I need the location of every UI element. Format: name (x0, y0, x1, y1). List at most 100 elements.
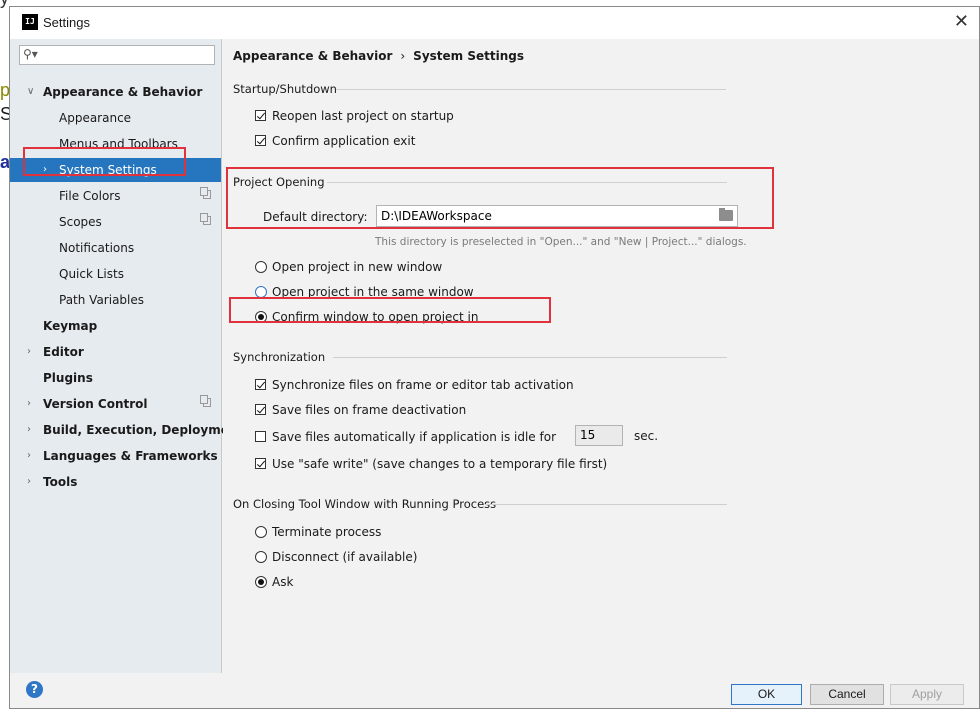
sidebar-item-build-execution-deployment[interactable]: › Build, Execution, Deployment (10, 418, 243, 442)
section-divider (327, 182, 727, 183)
sidebar-item-label: Build, Execution, Deployment (43, 423, 244, 437)
radio-button[interactable] (255, 261, 267, 273)
radio-label: Open project in new window (272, 260, 443, 274)
sidebar-item-languages-frameworks[interactable]: › Languages & Frameworks (10, 444, 221, 468)
radio-label: Terminate process (272, 525, 382, 539)
radio-button-selected[interactable] (255, 311, 267, 323)
search-input[interactable] (40, 47, 210, 63)
settings-search[interactable]: ⚲▾ (19, 45, 215, 65)
window-title: Settings (43, 15, 90, 30)
project-level-icon (200, 395, 211, 407)
section-title-synchronization: Synchronization (233, 350, 326, 364)
sidebar-item-file-colors[interactable]: File Colors (10, 184, 221, 208)
sidebar-item-label: Menus and Toolbars (59, 137, 178, 151)
chevron-right-icon[interactable]: › (27, 340, 31, 364)
ok-button[interactable]: OK (731, 684, 802, 705)
section-title-project-opening: Project Opening (233, 175, 325, 189)
checkbox-label: Synchronize files on frame or editor tab… (272, 378, 574, 392)
checkbox-checked[interactable] (255, 110, 266, 121)
seconds-unit-label: sec. (634, 429, 659, 443)
section-divider (336, 89, 726, 90)
chevron-right-icon[interactable]: › (27, 418, 31, 442)
sidebar-item-keymap[interactable]: Keymap (10, 314, 221, 338)
default-directory-field[interactable] (376, 205, 738, 227)
chevron-right-icon[interactable]: › (27, 392, 31, 416)
title-bar: IJ Settings ✕ (10, 7, 979, 39)
default-directory-label: Default directory: (263, 210, 368, 224)
sidebar-item-label: Plugins (43, 371, 93, 385)
sidebar-item-path-variables[interactable]: Path Variables (10, 288, 221, 312)
sidebar-item-version-control[interactable]: › Version Control (10, 392, 221, 416)
idle-seconds-field[interactable] (575, 425, 623, 446)
checkbox-unchecked[interactable] (255, 431, 266, 442)
sidebar-item-label: System Settings (59, 163, 157, 177)
sidebar-item-label: Quick Lists (59, 267, 124, 281)
section-divider (333, 357, 727, 358)
sidebar-item-label: Tools (43, 475, 78, 489)
chevron-down-icon[interactable]: ∨ (27, 80, 34, 104)
chevron-right-icon[interactable]: › (43, 158, 47, 182)
checkbox-label: Save files automatically if application … (272, 430, 556, 444)
breadcrumb-current: System Settings (413, 49, 524, 63)
sidebar-item-label: Scopes (59, 215, 102, 229)
folder-icon[interactable] (719, 208, 733, 221)
breadcrumb-parent[interactable]: Appearance & Behavior (233, 49, 392, 63)
idle-seconds-input[interactable] (580, 428, 620, 442)
background-fragment: y (0, 0, 9, 9)
sidebar-item-plugins[interactable]: Plugins (10, 366, 221, 390)
cancel-button[interactable]: Cancel (810, 684, 884, 705)
section-divider (485, 504, 727, 505)
radio-button-selected[interactable] (255, 576, 267, 588)
sidebar-item-label: Keymap (43, 319, 98, 333)
default-directory-input[interactable] (381, 208, 701, 224)
sidebar-item-editor[interactable]: › Editor (10, 340, 221, 364)
section-title-on-closing: On Closing Tool Window with Running Proc… (233, 497, 497, 511)
sidebar-item-menus-toolbars[interactable]: Menus and Toolbars (10, 132, 221, 156)
sidebar-item-label: Path Variables (59, 293, 145, 307)
sidebar-item-notifications[interactable]: Notifications (10, 236, 221, 260)
section-title-startup: Startup/Shutdown (233, 82, 337, 96)
chevron-right-icon[interactable]: › (27, 470, 31, 494)
sidebar-item-label: Languages & Frameworks (43, 449, 218, 463)
radio-button[interactable] (255, 526, 267, 538)
sidebar-item-system-settings[interactable]: › System Settings (10, 158, 221, 182)
project-level-icon (200, 187, 211, 199)
settings-sidebar: ⚲▾ ∨ Appearance & Behavior Appearance Me… (10, 39, 243, 673)
sidebar-item-label: File Colors (59, 189, 121, 203)
sidebar-item-appearance-behavior[interactable]: ∨ Appearance & Behavior (10, 80, 221, 104)
sidebar-item-label: Appearance (59, 111, 132, 125)
breadcrumb: Appearance & Behavior › System Settings (233, 49, 524, 63)
checkbox-checked[interactable] (255, 458, 266, 469)
settings-dialog: IJ Settings ✕ ⚲▾ ∨ Appearance & Behavior… (9, 6, 980, 709)
help-icon[interactable]: ? (26, 681, 43, 698)
sidebar-item-label: Notifications (59, 241, 135, 255)
radio-button[interactable] (255, 551, 267, 563)
close-icon[interactable]: ✕ (954, 11, 969, 32)
radio-button[interactable] (255, 286, 267, 298)
radio-label: Confirm window to open project in (272, 310, 479, 324)
project-level-icon (200, 213, 211, 225)
checkbox-checked[interactable] (255, 404, 266, 415)
checkbox-checked[interactable] (255, 135, 266, 146)
search-icon[interactable]: ⚲▾ (23, 47, 38, 61)
sidebar-item-label: Editor (43, 345, 84, 359)
checkbox-label: Confirm application exit (272, 134, 416, 148)
sidebar-item-scopes[interactable]: Scopes (10, 210, 221, 234)
chevron-right-icon[interactable]: › (27, 444, 31, 468)
sidebar-item-label: Appearance & Behavior (43, 85, 203, 99)
breadcrumb-separator: › (400, 49, 406, 63)
checkbox-label: Use "safe write" (save changes to a temp… (272, 457, 608, 471)
sidebar-item-tools[interactable]: › Tools (10, 470, 221, 494)
sidebar-item-appearance[interactable]: Appearance (10, 106, 221, 130)
checkbox-label: Reopen last project on startup (272, 109, 454, 123)
settings-content: Appearance & Behavior › System Settings St… (223, 39, 979, 673)
default-directory-hint: This directory is preselected in "Open..… (375, 236, 747, 248)
checkbox-checked[interactable] (255, 379, 266, 390)
intellij-logo-icon: IJ (22, 14, 38, 30)
radio-label: Ask (272, 575, 294, 589)
radio-label: Disconnect (if available) (272, 550, 418, 564)
radio-label: Open project in the same window (272, 285, 474, 299)
checkbox-label: Save files on frame deactivation (272, 403, 467, 417)
sidebar-item-quick-lists[interactable]: Quick Lists (10, 262, 221, 286)
sidebar-item-label: Version Control (43, 397, 148, 411)
